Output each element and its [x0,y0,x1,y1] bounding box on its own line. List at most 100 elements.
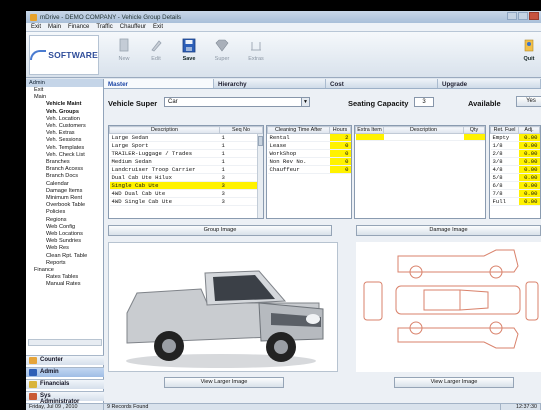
fuel-adj-cell[interactable]: 0.00 [518,165,540,174]
group-description-cell[interactable]: Dual Cab Ute Hilux [109,173,220,182]
sidebar-item[interactable]: Veh. Check List [29,152,103,159]
tab-cost[interactable]: Cost [326,79,438,88]
col-qty[interactable]: Qty [463,126,485,134]
table-row[interactable]: 2/8 0.00 [490,149,540,158]
view-larger-damage-image-button[interactable]: View Larger Image [394,377,514,388]
group-description-cell[interactable]: 4WD Dual Cab Ute [109,189,220,198]
table-row[interactable]: 4WD Dual Cab Ute 3 [109,189,263,198]
maximize-button[interactable] [518,12,528,20]
extras-new-row[interactable] [355,133,485,142]
sidebar-item[interactable]: Reports [29,260,103,267]
tab-hierarchy[interactable]: Hierarchy [214,79,326,88]
table-row[interactable]: Chauffeur 0 [267,165,351,174]
sidebar-item[interactable]: Manual Rates [29,281,103,288]
cleaning-hours-cell[interactable]: 2 [329,133,351,142]
cleaning-type-cell[interactable]: Rental [267,133,330,142]
sidebar-item[interactable]: Overbook Table [29,202,103,209]
damage-image-button[interactable]: Damage Image [356,225,541,236]
fuel-adjustment-grid[interactable]: Ret. Fuel Adj. Empty 0.00 1/8 0.00 2/8 0.00 3/… [489,125,541,219]
sidebar-item[interactable]: Veh. Customers [29,123,103,130]
fuel-level-cell[interactable]: 5/8 [490,173,519,182]
cleaning-hours-cell[interactable]: 0 [329,157,351,166]
nav-admin-button[interactable]: Admin [26,367,104,377]
groups-scroll-thumb[interactable] [258,136,263,146]
fuel-level-cell[interactable]: 4/8 [490,165,519,174]
sidebar-item[interactable]: Damage Items [29,188,103,195]
group-description-cell[interactable]: Large Sedan [109,133,220,142]
groups-scrollbar[interactable] [257,134,263,218]
col-description[interactable]: Description [109,126,220,134]
fuel-adj-cell[interactable]: 0.00 [518,157,540,166]
group-description-cell[interactable]: Landcruiser Troop Carrier [109,165,220,174]
group-description-cell[interactable]: 4WD Single Cab Ute [109,197,220,206]
save-button[interactable]: Save [177,38,201,62]
col-cleaning-time-after[interactable]: Cleaning Time After [267,126,330,134]
fuel-level-cell[interactable]: 1/8 [490,141,519,150]
sidebar-item[interactable]: Finance [29,267,103,274]
table-row[interactable]: Dual Cab Ute Hilux 3 [109,173,263,182]
sidebar-item[interactable]: Rates Tables [29,274,103,281]
fuel-level-cell[interactable]: 6/8 [490,181,519,190]
fuel-adj-cell[interactable]: 0.00 [518,133,540,142]
menu-traffic[interactable]: Traffic [96,24,112,30]
group-description-cell[interactable]: Medium Sedan [109,157,220,166]
menu-chauffeur[interactable]: Chauffeur [120,24,146,30]
fuel-adj-cell[interactable]: 0.00 [518,181,540,190]
fuel-adj-cell[interactable]: 0.00 [518,149,540,158]
cleaning-type-cell[interactable]: Lease [267,141,330,150]
vehicle-super-select[interactable]: Car ▼ [164,97,310,107]
sidebar-item[interactable]: Veh. Extras [29,130,103,137]
fuel-level-cell[interactable]: Full [490,197,519,206]
table-row[interactable]: TRAILER-Luggage / Trades 1 [109,149,263,158]
col-extra-description[interactable]: Description [383,126,464,134]
sidebar-item[interactable]: Exit [29,87,103,94]
tab-upgrade[interactable]: Upgrade [438,79,541,88]
tab-master[interactable]: Master [104,79,214,88]
available-toggle[interactable]: Yes [516,96,541,107]
sidebar-item[interactable]: Branch Access [29,166,103,173]
new-button[interactable]: New [112,38,136,62]
fuel-level-cell[interactable]: 2/8 [490,149,519,158]
table-row[interactable]: Landcruiser Troop Carrier 1 [109,165,263,174]
cleaning-time-grid[interactable]: Cleaning Time After Hours Rental 2 Lease 0 W… [266,125,352,219]
extras-new-qty-cell[interactable] [463,133,485,142]
super-button[interactable]: Super [210,38,234,62]
sidebar-item[interactable]: Calendar [29,181,103,188]
cleaning-type-cell[interactable]: Non Rev No. [267,157,330,166]
menu-main[interactable]: Main [48,24,61,30]
chevron-down-icon[interactable]: ▼ [301,98,309,106]
sidebar-item[interactable]: Web Res [29,245,103,252]
col-ret-fuel[interactable]: Ret. Fuel [490,126,519,134]
table-row[interactable]: Empty 0.00 [490,133,540,142]
table-row[interactable]: Lease 0 [267,141,351,150]
sidebar-item[interactable]: Veh. Location [29,116,103,123]
menu-finance[interactable]: Finance [68,24,89,30]
group-description-cell[interactable]: Single Cab Ute [109,181,220,190]
table-row[interactable]: 4WD Single Cab Ute 3 [109,197,263,206]
group-image-button[interactable]: Group Image [108,225,332,236]
vehicle-groups-grid[interactable]: Description Seq No Large Sedan 1 Large Spo… [108,125,264,219]
cleaning-hours-cell[interactable]: 0 [329,149,351,158]
group-description-cell[interactable]: TRAILER-Luggage / Trades [109,149,220,158]
table-row[interactable]: Large Sedan 1 [109,133,263,142]
cleaning-type-cell[interactable]: WorkShop [267,149,330,158]
col-hours[interactable]: Hours [329,126,351,134]
table-row[interactable]: WorkShop 0 [267,149,351,158]
table-row[interactable]: Medium Sedan 1 [109,157,263,166]
view-larger-group-image-button[interactable]: View Larger Image [164,377,284,388]
fuel-adj-cell[interactable]: 0.00 [518,141,540,150]
cleaning-hours-cell[interactable]: 0 [329,165,351,174]
menu-exit-2[interactable]: Exit [153,24,163,30]
col-adj[interactable]: Adj. [518,126,540,134]
fuel-adj-cell[interactable]: 0.00 [518,197,540,206]
sidebar-item[interactable]: Veh. Sessions [29,137,103,144]
table-row[interactable]: Single Cab Ute 3 [109,181,263,190]
menu-exit[interactable]: Exit [31,24,41,30]
cleaning-type-cell[interactable]: Chauffeur [267,165,330,174]
sidebar-item[interactable]: Branches [29,159,103,166]
tree-horizontal-scrollbar[interactable] [28,339,102,346]
fuel-adj-cell[interactable]: 0.00 [518,189,540,198]
sidebar-item[interactable]: Web Locations [29,231,103,238]
sidebar-item[interactable]: Web Sundries [29,238,103,245]
table-row[interactable]: 4/8 0.00 [490,165,540,174]
